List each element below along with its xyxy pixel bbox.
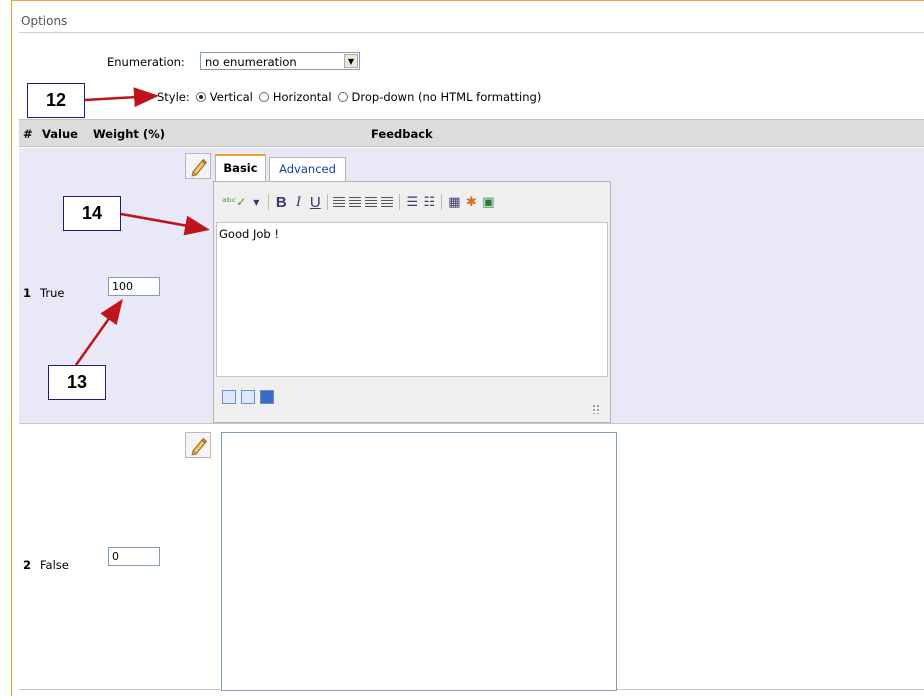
arrow-13 [74,298,123,366]
arrow-12 [84,87,159,108]
arrow-14 [120,212,210,236]
annotation-arrows [74,87,210,366]
